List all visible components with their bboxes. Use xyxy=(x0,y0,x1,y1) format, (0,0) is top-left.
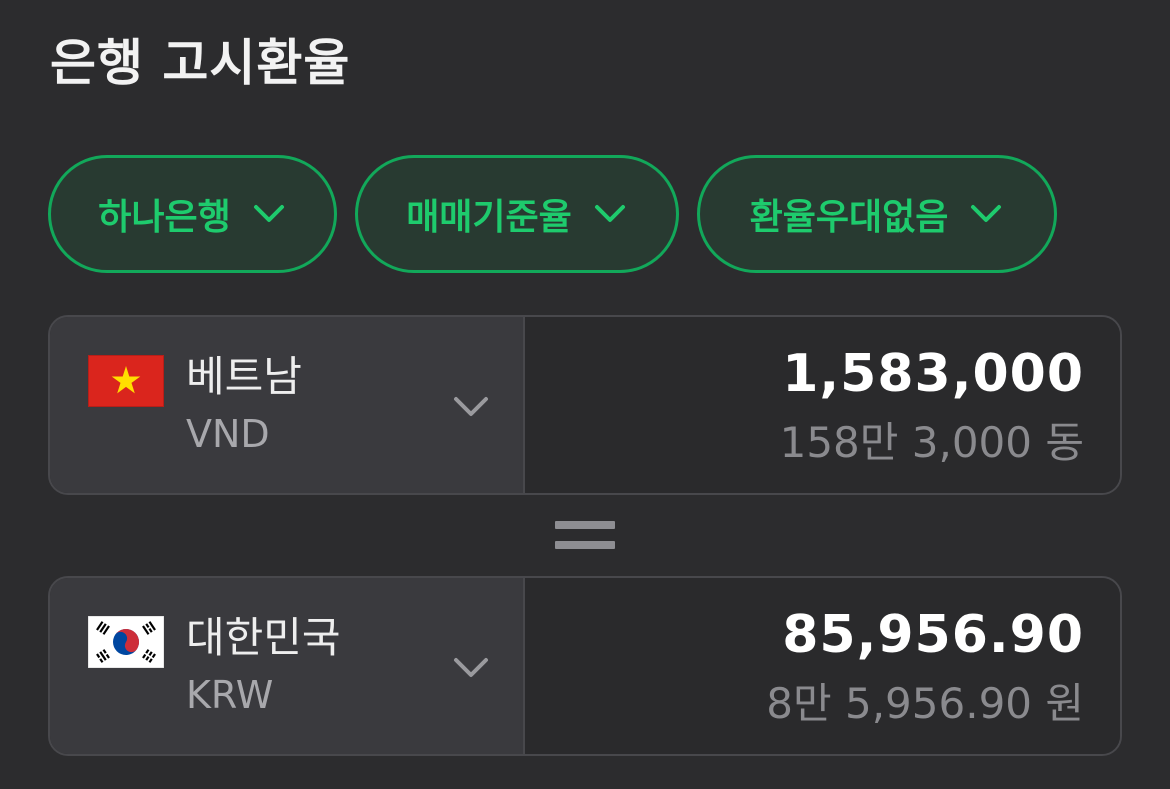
to-country-name: 대한민국 xyxy=(186,613,341,662)
to-amount-field[interactable]: 85,956.90 8만 5,956.90 원 xyxy=(525,578,1120,754)
preferential-rate-select-label: 환율우대없음 xyxy=(749,197,949,238)
chevron-down-icon xyxy=(592,196,628,232)
from-amount-value: 1,583,000 xyxy=(782,344,1084,404)
from-currency-code: VND xyxy=(186,412,270,456)
chevron-down-icon xyxy=(968,196,1004,232)
to-currency-code: KRW xyxy=(186,673,274,717)
from-currency-select[interactable]: 베트남 VND xyxy=(50,317,525,493)
south-korea-flag-icon xyxy=(87,615,165,669)
from-amount-words: 158만 3,000 동 xyxy=(779,418,1084,467)
to-amount-value: 85,956.90 xyxy=(782,605,1084,665)
exchange-rate-page: 은행 고시환율 하나은행 매매기준율 환율우대없음 베트남 VND 1,583,… xyxy=(0,0,1170,789)
from-country-name: 베트남 xyxy=(186,352,302,401)
rate-type-select-label: 매매기준율 xyxy=(406,197,572,238)
rate-type-select-chip[interactable]: 매매기준율 xyxy=(355,155,679,273)
to-amount-words: 8만 5,956.90 원 xyxy=(766,679,1084,728)
from-amount-field[interactable]: 1,583,000 158만 3,000 동 xyxy=(525,317,1120,493)
vietnam-flag-icon xyxy=(87,354,165,408)
from-currency-card: 베트남 VND 1,583,000 158만 3,000 동 xyxy=(48,315,1122,495)
chevron-down-icon xyxy=(450,385,492,427)
page-title: 은행 고시환율 xyxy=(50,34,351,92)
equals-icon xyxy=(555,521,615,551)
to-currency-card: 대한민국 KRW 85,956.90 8만 5,956.90 원 xyxy=(48,576,1122,756)
bank-select-chip[interactable]: 하나은행 xyxy=(48,155,337,273)
chevron-down-icon xyxy=(251,196,287,232)
bank-select-label: 하나은행 xyxy=(98,197,231,238)
to-currency-select[interactable]: 대한민국 KRW xyxy=(50,578,525,754)
preferential-rate-select-chip[interactable]: 환율우대없음 xyxy=(697,155,1057,273)
chevron-down-icon xyxy=(450,646,492,688)
